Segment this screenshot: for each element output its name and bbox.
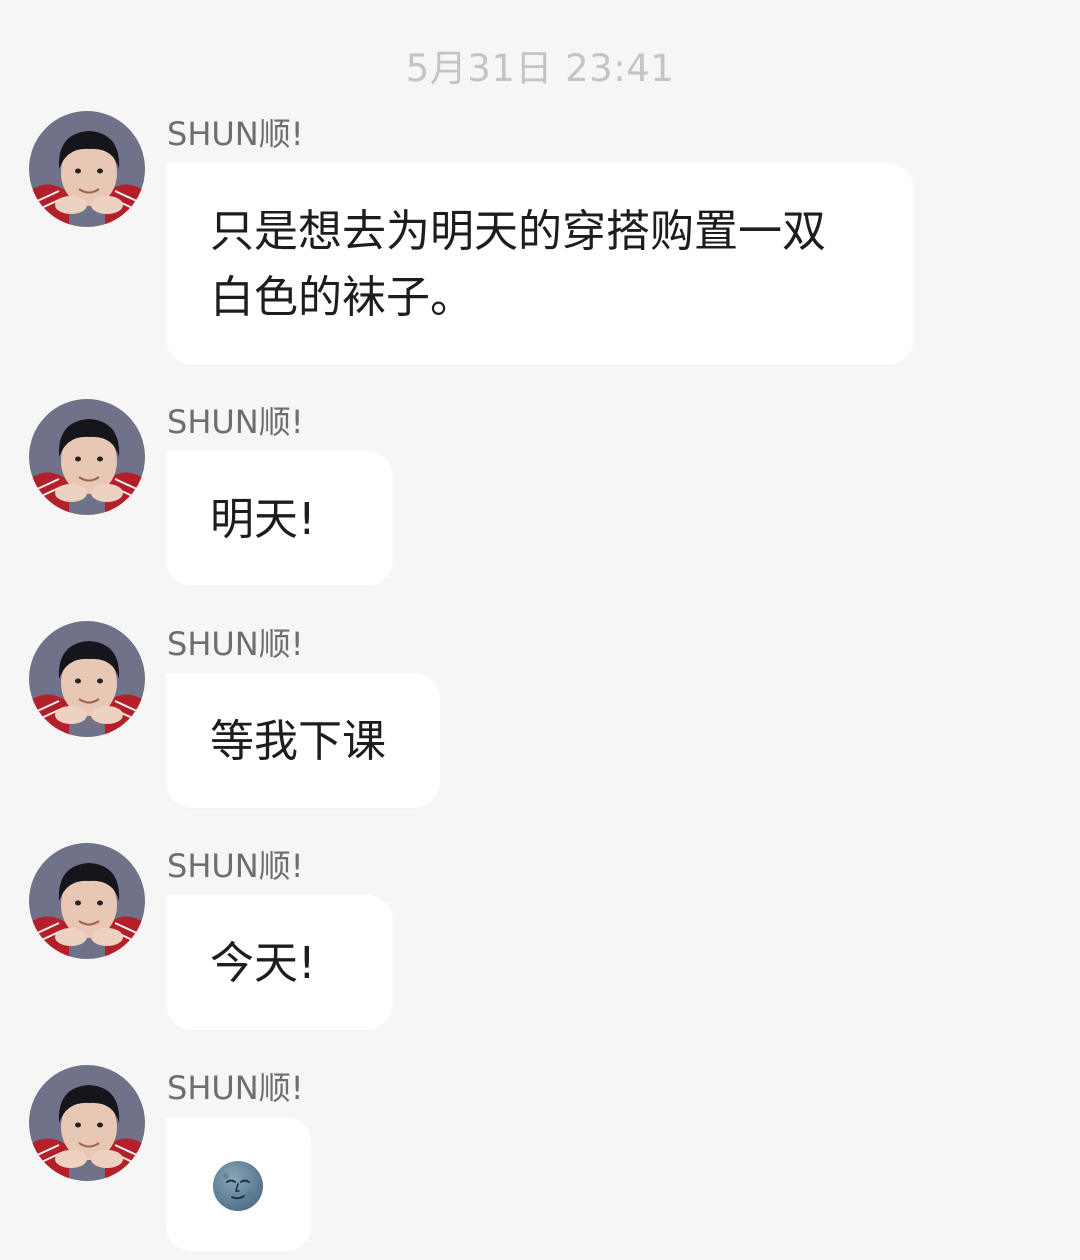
message-text: 今天!: [210, 938, 316, 989]
sender-name: SHUN顺!: [167, 625, 304, 663]
sender-name: SHUN顺!: [167, 847, 304, 885]
avatar-photo-icon: [29, 399, 145, 515]
sender-name: SHUN顺!: [167, 1069, 304, 1107]
avatar[interactable]: [29, 111, 145, 227]
message-row: SHUN顺! 等我下课: [0, 621, 1080, 811]
message-bubble[interactable]: [166, 1117, 311, 1252]
sender-name: SHUN顺!: [167, 403, 304, 441]
message-text: 只是想去为明天的穿搭购置一双 白色的袜子。: [210, 206, 826, 323]
new-moon-face-emoji-icon: [213, 1161, 263, 1211]
avatar-photo-icon: [29, 621, 145, 737]
message-row: SHUN顺! 明天!: [0, 399, 1080, 589]
message-row: SHUN顺! 只是想去为明天的穿搭购置一双 白色的袜子。: [0, 111, 1080, 371]
message-bubble[interactable]: 等我下课: [166, 673, 440, 808]
avatar-photo-icon: [29, 843, 145, 959]
avatar[interactable]: [29, 1065, 145, 1181]
chat-timestamp: 5月31日 23:41: [405, 47, 675, 90]
avatar[interactable]: [29, 399, 145, 515]
message-row: SHUN顺! 今天!: [0, 843, 1080, 1033]
message-bubble[interactable]: 只是想去为明天的穿搭购置一双 白色的袜子。: [166, 163, 914, 365]
avatar[interactable]: [29, 621, 145, 737]
message-row: SHUN顺!: [0, 1065, 1080, 1260]
message-text: 等我下课: [210, 716, 386, 767]
avatar-photo-icon: [29, 111, 145, 227]
message-text: 明天!: [210, 494, 316, 545]
avatar-photo-icon: [29, 1065, 145, 1181]
message-bubble[interactable]: 今天!: [166, 895, 393, 1030]
avatar[interactable]: [29, 843, 145, 959]
message-bubble[interactable]: 明天!: [166, 451, 393, 586]
sender-name: SHUN顺!: [167, 115, 304, 153]
